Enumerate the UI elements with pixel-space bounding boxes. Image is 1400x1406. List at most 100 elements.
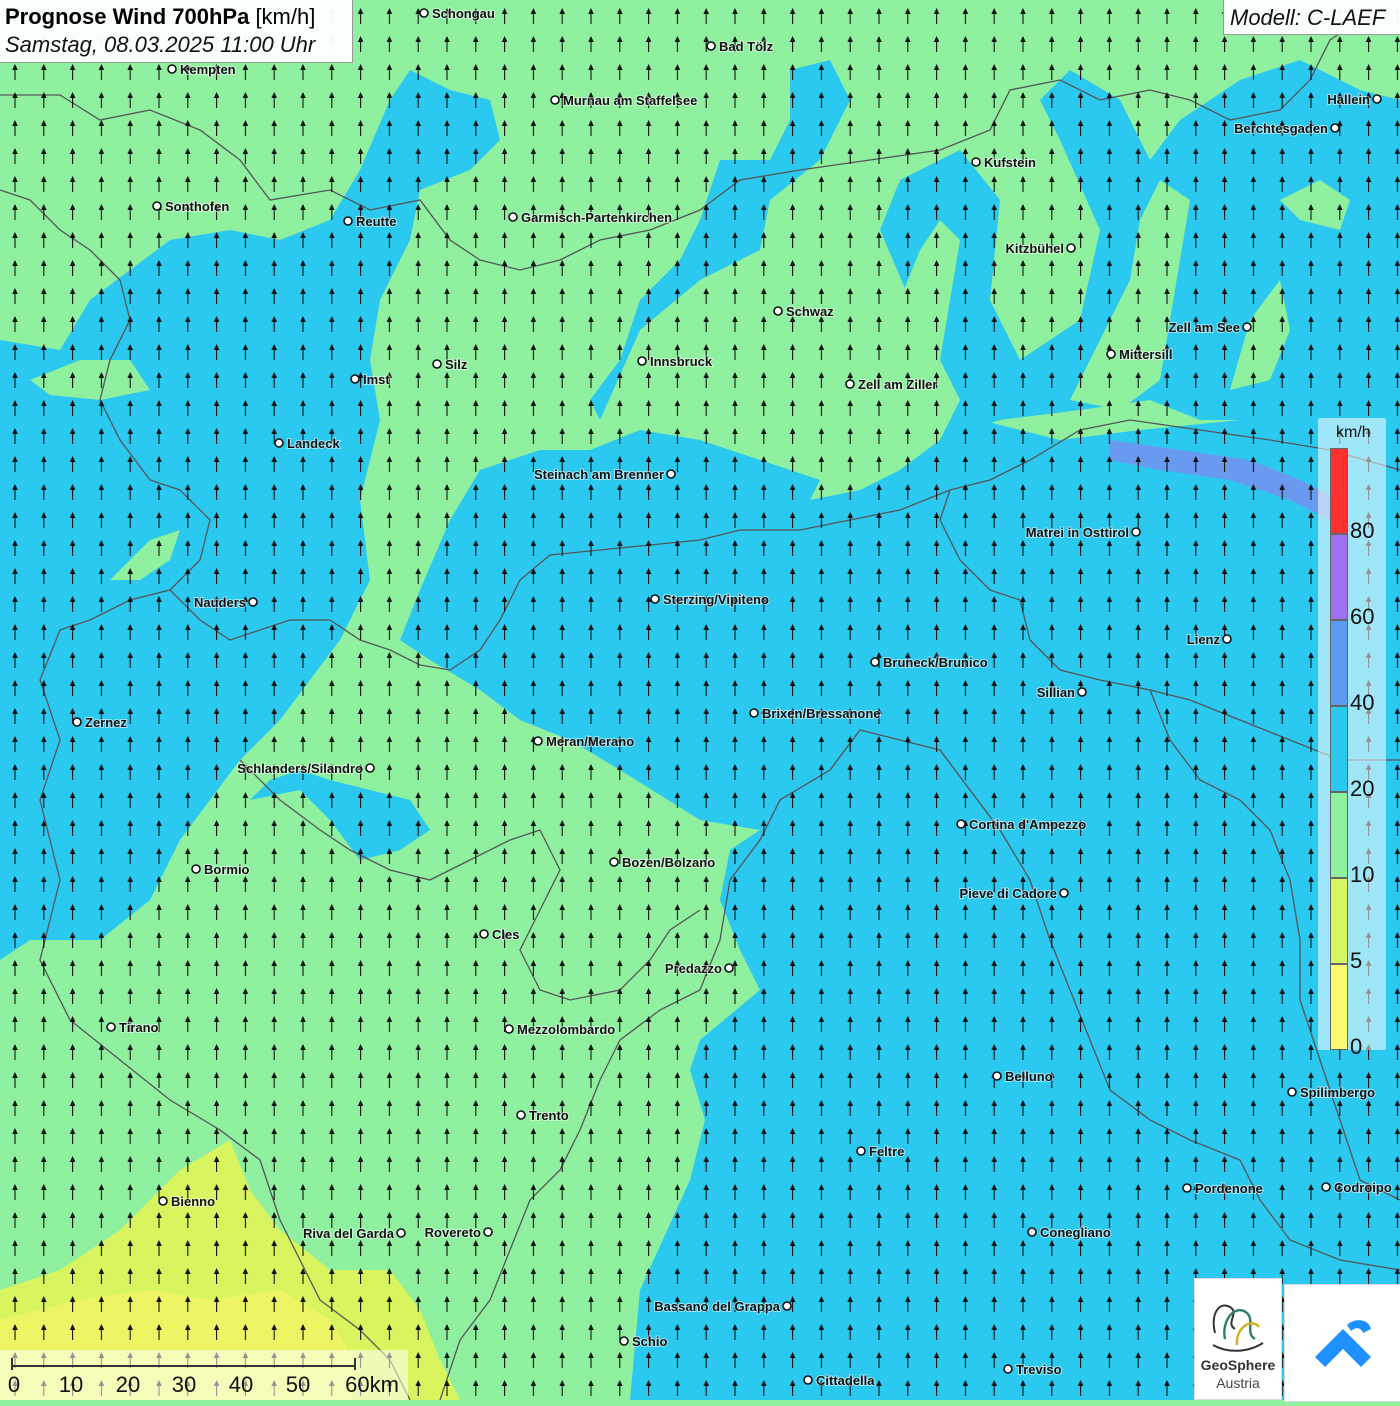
city-dot-icon <box>773 306 783 316</box>
city-marker: Riva del Garda <box>302 1225 406 1242</box>
city-marker: Mezzolombardo <box>504 1021 616 1038</box>
city-dot-icon <box>106 1022 116 1032</box>
city-dot-icon <box>550 95 560 105</box>
city-marker: Schongau <box>419 5 496 22</box>
city-label: Silz <box>445 357 468 372</box>
city-dot-icon <box>274 438 284 448</box>
city-label: Zell am See <box>1168 320 1240 335</box>
city-dot-icon <box>191 864 201 874</box>
city-dot-icon <box>870 657 880 667</box>
legend-swatch <box>1330 448 1348 534</box>
geosphere-logo[interactable]: GeoSphere Austria <box>1194 1278 1282 1400</box>
city-marker: Garmisch-Partenkirchen <box>508 209 673 226</box>
city-label: Belluno <box>1005 1069 1053 1084</box>
city-dot-icon <box>1287 1087 1297 1097</box>
app-logo[interactable] <box>1284 1284 1400 1402</box>
city-label: Predazzo <box>665 961 722 976</box>
city-label: Meran/Merano <box>546 734 634 749</box>
city-dot-icon <box>1003 1364 1013 1374</box>
city-dot-icon <box>72 717 82 727</box>
city-label: Sterzing/Vipiteno <box>663 592 769 607</box>
city-marker: Pieve di Cadore <box>958 885 1069 902</box>
legend-tick-label: 60 <box>1350 604 1375 629</box>
title-text: Prognose Wind 700hPa <box>5 4 250 29</box>
city-dot-icon <box>158 1196 168 1206</box>
legend-swatch <box>1330 620 1348 706</box>
scale-bar-line <box>11 1358 356 1370</box>
city-label: Matrei in Osttirol <box>1026 525 1129 540</box>
city-marker: Schlanders/Silandro <box>236 760 375 777</box>
city-dot-icon <box>508 212 518 222</box>
city-label: Brixen/Bressanone <box>762 706 881 721</box>
city-dot-icon <box>1106 349 1116 359</box>
scale-bar-label: 40 <box>228 1372 254 1397</box>
city-marker: Brixen/Bressanone <box>749 705 882 722</box>
city-label: Steinach am Brenner <box>534 467 664 482</box>
city-marker: Bassano del Grappa <box>653 1298 792 1315</box>
city-label: Hallein <box>1327 92 1370 107</box>
city-dot-icon <box>609 857 619 867</box>
city-label: Cortina d'Ampezzo <box>969 817 1086 832</box>
city-dot-icon <box>803 1375 813 1385</box>
city-dot-icon <box>992 1071 1002 1081</box>
scale-bar-label: 0 <box>7 1372 21 1397</box>
city-marker: Sonthofen <box>152 198 230 215</box>
city-dot-icon <box>504 1024 514 1034</box>
city-marker: Steinach am Brenner <box>533 466 676 483</box>
city-dot-icon <box>650 594 660 604</box>
city-label: Schlanders/Silandro <box>237 761 363 776</box>
city-label: Berchtesgaden <box>1234 121 1328 136</box>
title-panel: Prognose Wind 700hPa [km/h] Samstag, 08.… <box>0 0 353 63</box>
city-dot-icon <box>845 379 855 389</box>
city-label: Pordenone <box>1195 1181 1263 1196</box>
legend-swatch <box>1330 878 1348 964</box>
city-label: Bruneck/Brunico <box>883 655 988 670</box>
city-label: Cittadella <box>816 1373 875 1388</box>
city-dot-icon <box>619 1336 629 1346</box>
city-marker: Innsbruck <box>637 353 714 370</box>
map-title: Prognose Wind 700hPa [km/h] <box>5 4 315 30</box>
city-label: Bienno <box>171 1194 215 1209</box>
city-dot-icon <box>365 763 375 773</box>
wind-map[interactable]: Schongau Bad Tölz Kempten Murnau am Staffel… <box>0 0 1400 1400</box>
city-marker: Pordenone <box>1182 1180 1264 1197</box>
city-dot-icon <box>749 708 759 718</box>
city-label: Sonthofen <box>165 199 229 214</box>
city-label: Lienz <box>1187 632 1221 647</box>
city-label: Murnau am Staffelsee <box>563 93 697 108</box>
city-label: Reutte <box>356 214 396 229</box>
city-marker: Bozen/Bolzano <box>609 854 716 871</box>
city-dot-icon <box>248 597 258 607</box>
city-dot-icon <box>483 1227 493 1237</box>
city-label: Codroipo <box>1334 1180 1392 1195</box>
city-label: Mittersill <box>1119 347 1172 362</box>
city-dot-icon <box>706 41 716 51</box>
city-label: Schongau <box>432 6 495 21</box>
scale-bar-label: 50 <box>285 1372 311 1397</box>
city-dot-icon <box>782 1301 792 1311</box>
forecast-datetime: Samstag, 08.03.2025 11:00 Uhr <box>5 32 316 57</box>
city-dot-icon <box>1066 243 1076 253</box>
geosphere-logo-name: GeoSphere <box>1200 1357 1276 1373</box>
legend-swatch <box>1330 792 1348 878</box>
city-dot-icon <box>1222 634 1232 644</box>
scale-bar-label: 30 <box>171 1372 197 1397</box>
city-marker: Matrei in Osttirol <box>1025 524 1141 541</box>
city-dot-icon <box>856 1146 866 1156</box>
city-label: Treviso <box>1016 1362 1062 1377</box>
city-dot-icon <box>971 157 981 167</box>
city-dot-icon <box>1059 888 1069 898</box>
model-panel: Modell: C-LAEF <box>1223 0 1400 35</box>
city-label: Bassano del Grappa <box>654 1299 780 1314</box>
city-label: Mezzolombardo <box>517 1022 615 1037</box>
city-dot-icon <box>1182 1183 1192 1193</box>
city-dot-icon <box>1372 94 1382 104</box>
city-label: Trento <box>529 1108 569 1123</box>
city-dot-icon <box>724 963 734 973</box>
scale-bar-label: 20 <box>115 1372 141 1397</box>
city-label: Kufstein <box>984 155 1036 170</box>
scale-bar-label: 10 <box>58 1372 84 1397</box>
city-dot-icon <box>1321 1182 1331 1192</box>
city-dot-icon <box>637 356 647 366</box>
city-marker: Meran/Merano <box>533 733 635 750</box>
